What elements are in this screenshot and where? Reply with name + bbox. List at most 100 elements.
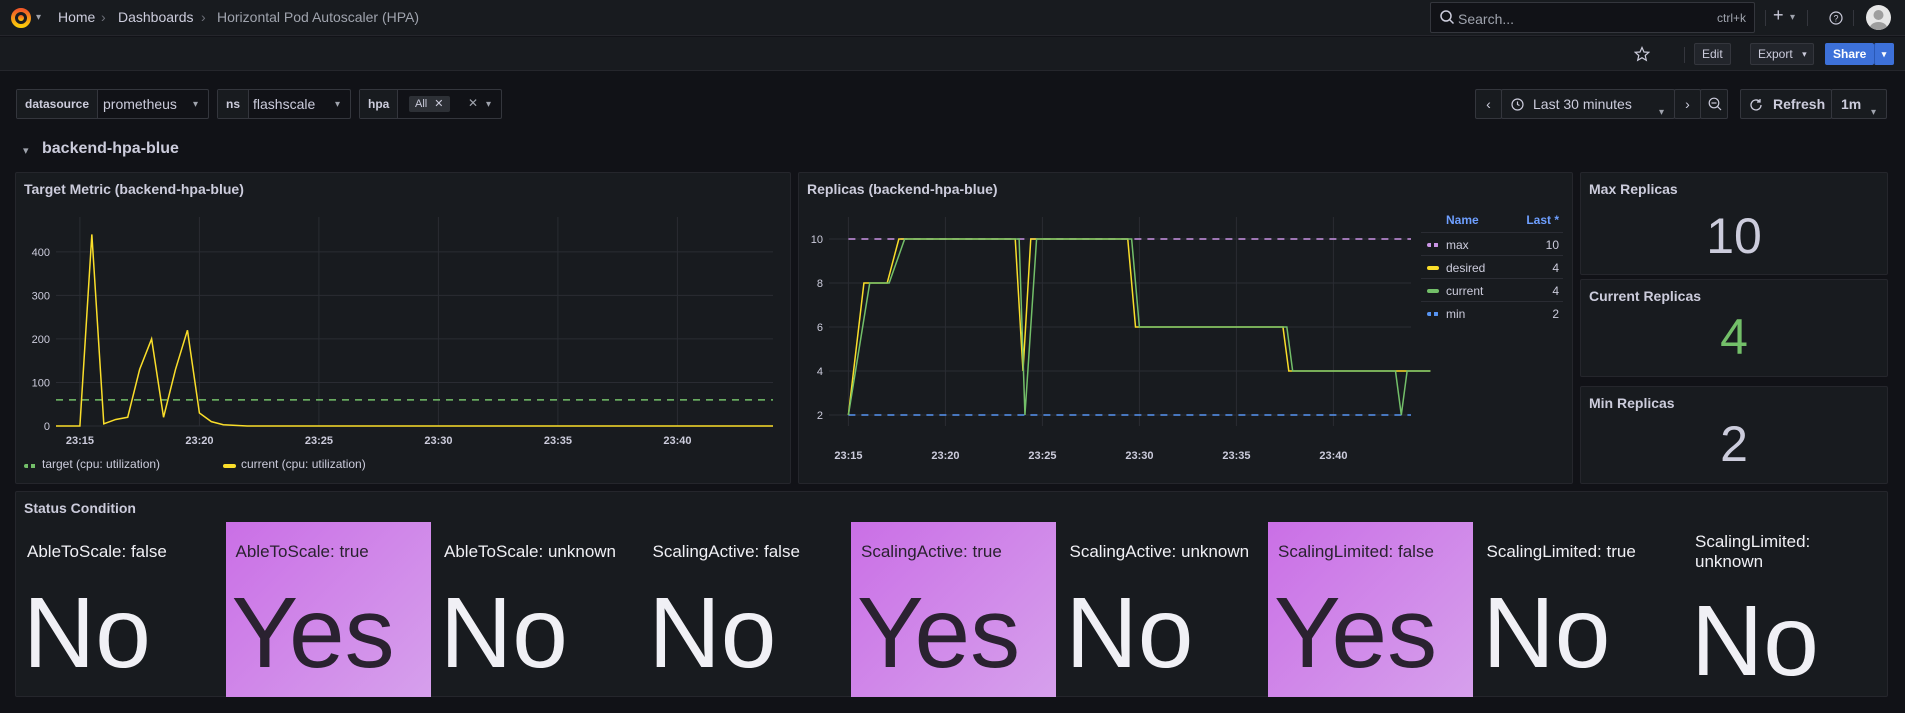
time-range-label: Last 30 minutes — [1533, 96, 1632, 112]
x-tick-label: 23:20 — [185, 435, 213, 447]
variable-ns[interactable]: ns flashscale ▾ — [217, 89, 351, 119]
chevron-down-icon: ▾ — [1870, 107, 1876, 118]
legend-row[interactable]: min 2 — [1421, 301, 1563, 324]
legend-header-last[interactable]: Last * — [1526, 213, 1559, 227]
time-range-picker[interactable]: Last 30 minutes ▾ — [1501, 89, 1675, 119]
chevron-down-icon: ▾ — [1658, 107, 1664, 118]
star-icon[interactable] — [1634, 46, 1650, 62]
breadcrumb-home[interactable]: Home — [58, 9, 95, 25]
panel-title: Current Replicas — [1589, 288, 1702, 304]
legend-row[interactable]: desired 4 — [1421, 255, 1563, 278]
legend-label: min — [1446, 307, 1466, 321]
page-title: Horizontal Pod Autoscaler (HPA) — [217, 9, 420, 25]
status-label: AbleToScale: false — [27, 542, 167, 561]
legend-last-value: 4 — [1552, 284, 1559, 298]
svg-text:?: ? — [1833, 14, 1838, 24]
time-back-button[interactable]: ‹ — [1475, 89, 1502, 119]
legend-row[interactable]: current 4 — [1421, 278, 1563, 301]
stat-value: 2 — [1720, 416, 1748, 472]
export-button[interactable]: Export ▾ — [1750, 43, 1814, 65]
stat-value: 10 — [1706, 208, 1762, 264]
y-tick-label: 6 — [817, 322, 823, 334]
status-cell: ScalingLimited: unknown No — [1685, 522, 1890, 697]
variable-label: datasource — [17, 90, 99, 118]
replicas-legend-table: Name Last * max 10 desired 4 current 4 min 2 — [1421, 213, 1563, 323]
variable-label: ns — [218, 90, 250, 118]
search-input[interactable]: Search... ctrl+k — [1430, 2, 1755, 33]
status-value: No — [23, 577, 151, 689]
x-tick-label: 23:40 — [663, 435, 691, 447]
variable-label: hpa — [360, 90, 399, 118]
stat-panel: Current Replicas 4 — [1580, 279, 1888, 377]
x-tick-label: 23:30 — [1125, 450, 1153, 462]
x-tick-label: 23:20 — [931, 450, 959, 462]
dashboard-toolbar: Edit Export ▾ Share ▾ — [0, 37, 1905, 71]
time-forward-button[interactable]: › — [1674, 89, 1701, 119]
status-cell: ScalingLimited: true No — [1477, 522, 1682, 697]
chevron-down-icon[interactable]: ▾ — [1790, 12, 1795, 23]
zoom-out-icon — [1708, 97, 1722, 111]
legend-last-value: 10 — [1545, 238, 1559, 252]
refresh-interval-picker[interactable]: 1m ▾ — [1831, 89, 1887, 119]
edit-button[interactable]: Edit — [1694, 43, 1731, 65]
grafana-logo-icon[interactable] — [9, 6, 33, 30]
refresh-interval-label: 1m — [1841, 96, 1862, 112]
legend-row[interactable]: max 10 — [1421, 232, 1563, 255]
status-label: ScalingActive: unknown — [1069, 542, 1250, 561]
row-title[interactable]: backend-hpa-blue — [42, 140, 179, 158]
panel-title: Min Replicas — [1589, 395, 1675, 411]
chip-label: All — [415, 98, 428, 110]
status-cell: AbleToScale: false No — [17, 522, 222, 697]
divider — [1684, 47, 1685, 63]
status-label: ScalingLimited: true — [1486, 542, 1636, 561]
legend-last-value: 2 — [1552, 307, 1559, 321]
legend-label: desired — [1446, 261, 1486, 275]
status-label: ScalingActive: false — [652, 542, 800, 561]
zoom-out-button[interactable] — [1700, 89, 1728, 119]
chevron-down-icon: ▾ — [1802, 49, 1807, 59]
status-value: Yes — [857, 577, 1021, 689]
add-icon[interactable]: + — [1773, 5, 1784, 26]
legend-swatch — [24, 464, 37, 468]
variable-value: flashscale — [253, 96, 316, 112]
avatar[interactable] — [1866, 5, 1891, 30]
y-tick-label: 400 — [32, 247, 50, 259]
x-tick-label: 23:15 — [834, 450, 862, 462]
row-collapse-icon[interactable]: ▾ — [23, 144, 29, 157]
variable-datasource[interactable]: datasource prometheus ▾ — [16, 89, 209, 119]
target-metric-chart[interactable]: 0 100 200 300 400 23:15 23:20 23:25 23:30 23:35 23… — [16, 173, 792, 485]
clock-icon — [1511, 98, 1524, 111]
y-tick-label: 4 — [817, 366, 823, 378]
export-label: Export — [1758, 47, 1793, 61]
status-cell: ScalingActive: unknown No — [1060, 522, 1265, 697]
x-tick-label: 23:35 — [544, 435, 572, 447]
legend-label[interactable]: target (cpu: utilization) — [42, 457, 160, 471]
panel-title: Max Replicas — [1589, 181, 1678, 197]
legend-swatch — [1427, 289, 1439, 293]
legend-last-value: 4 — [1552, 261, 1559, 275]
status-value: No — [1482, 577, 1611, 689]
divider — [1807, 10, 1808, 26]
chevron-down-icon: ▾ — [334, 99, 340, 110]
legend-header-name[interactable]: Name — [1446, 213, 1479, 227]
divider — [1765, 10, 1766, 26]
share-dropdown-button[interactable]: ▾ — [1874, 43, 1894, 65]
breadcrumb-dashboards[interactable]: Dashboards — [118, 9, 194, 25]
variable-hpa[interactable]: hpa All ✕ ✕ ▾ — [359, 89, 502, 119]
x-tick-label: 23:25 — [305, 435, 333, 447]
top-bar: ▾ Home › Dashboards › Horizontal Pod Aut… — [0, 0, 1905, 36]
status-value: Yes — [231, 577, 395, 689]
chevron-down-icon[interactable]: ▾ — [36, 12, 41, 23]
close-icon[interactable]: ✕ — [434, 98, 443, 110]
search-placeholder: Search... — [1458, 11, 1515, 27]
share-button[interactable]: Share — [1825, 43, 1875, 65]
divider — [1853, 10, 1854, 26]
legend-label[interactable]: current (cpu: utilization) — [241, 457, 366, 471]
status-cell: ScalingLimited: false Yes — [1268, 522, 1473, 697]
help-icon[interactable]: ? — [1829, 11, 1843, 25]
clear-icon[interactable]: ✕ — [468, 96, 478, 110]
variable-value: prometheus — [103, 96, 177, 112]
y-tick-label: 10 — [811, 234, 823, 246]
legend-label: current — [1446, 284, 1484, 298]
refresh-button[interactable]: Refresh — [1740, 89, 1832, 119]
